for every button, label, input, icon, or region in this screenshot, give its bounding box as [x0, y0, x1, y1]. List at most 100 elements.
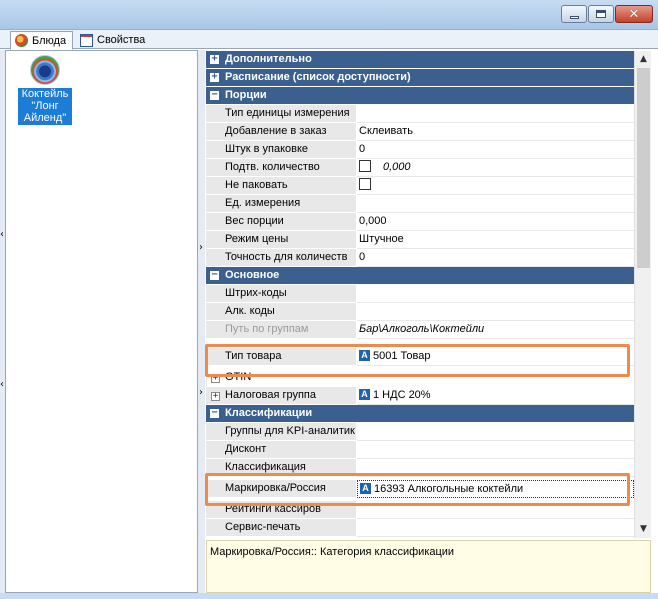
property-name: Вес порции	[206, 213, 356, 231]
property-name: Добавление в заказ	[206, 123, 356, 141]
close-icon: ✕	[628, 6, 640, 22]
property-row[interactable]: Группы для KPI-аналитик	[206, 423, 634, 441]
scroll-down-icon[interactable]: ▼	[635, 521, 652, 538]
property-name: Дисконт	[206, 441, 356, 459]
collapse-icon[interactable]: −	[210, 90, 219, 100]
property-value[interactable]: Штучное	[357, 231, 634, 249]
property-name: Тип единицы измерения	[206, 105, 356, 123]
dish-item-label: Коктейль "Лонг Айленд"	[18, 88, 72, 125]
cocktail-icon	[30, 55, 60, 85]
property-description: Маркировка/Россия:: Категория классифика…	[206, 540, 651, 593]
property-row[interactable]: Штук в упаковке 0	[206, 141, 634, 159]
property-value[interactable]	[357, 303, 634, 321]
splitter-arrow-icon[interactable]: ›	[199, 243, 203, 253]
quantity-value: 0,000	[383, 161, 411, 173]
property-name: Штрих-коды	[206, 285, 356, 303]
collapse-icon[interactable]: −	[210, 270, 219, 280]
property-name: Сервис-печать	[206, 519, 356, 537]
category-label: Порции	[225, 89, 267, 101]
highlight-product-type	[205, 344, 630, 377]
property-value[interactable]: 0,000	[357, 159, 634, 177]
category-label: Основное	[225, 269, 280, 281]
panel-splitter[interactable]: › ›	[198, 50, 205, 593]
property-value[interactable]	[357, 441, 634, 459]
minimize-icon	[569, 15, 579, 19]
property-name: Точность для количеств	[206, 249, 356, 267]
property-row[interactable]: Вес порции 0,000	[206, 213, 634, 231]
property-row[interactable]: Алк. коды	[206, 303, 634, 321]
property-name: Группы для KPI-аналитик	[206, 423, 356, 441]
reference-icon: A	[359, 388, 370, 400]
vertical-scrollbar[interactable]: ▲ ▼	[634, 51, 651, 538]
property-name: Путь по группам	[206, 321, 356, 339]
property-row[interactable]: Добавление в заказ Склеивать	[206, 123, 634, 141]
category-main[interactable]: − Основное	[206, 267, 634, 285]
property-row[interactable]: Не паковать	[206, 177, 634, 195]
dish-list-panel: Коктейль "Лонг Айленд"	[5, 50, 198, 593]
property-name: Не паковать	[206, 177, 356, 195]
expand-icon[interactable]: +	[210, 54, 219, 64]
property-grid[interactable]: + Дополнительно + Расписание (список дос…	[206, 51, 634, 538]
category-classifications[interactable]: − Классификации	[206, 405, 634, 423]
tab-properties[interactable]: Свойства	[76, 31, 156, 49]
property-row[interactable]: Ед. измерения	[206, 195, 634, 213]
expand-icon[interactable]: +	[211, 392, 220, 401]
property-value[interactable]	[357, 423, 634, 441]
property-row[interactable]: Сервис-печать	[206, 519, 634, 537]
property-row[interactable]: Путь по группам Бар\Алкоголь\Коктейли	[206, 321, 634, 339]
dish-item[interactable]: Коктейль "Лонг Айленд"	[18, 55, 72, 125]
property-value[interactable]: 0	[357, 249, 634, 267]
category-label: Расписание (список доступности)	[225, 71, 411, 83]
property-name: Подтв. количество	[206, 159, 356, 177]
property-value[interactable]	[357, 195, 634, 213]
scroll-up-icon[interactable]: ▲	[635, 51, 652, 68]
property-row[interactable]: Точность для количеств 0	[206, 249, 634, 267]
property-value[interactable]	[357, 519, 634, 537]
property-value[interactable]: 0,000	[357, 213, 634, 231]
dish-icon	[15, 34, 28, 47]
property-name: Налоговая группа	[206, 387, 356, 405]
property-value[interactable]: A1 НДС 20%	[357, 387, 634, 405]
property-name: Режим цены	[206, 231, 356, 249]
collapse-arrow-icon[interactable]: ‹	[0, 230, 4, 240]
collapse-arrow-icon[interactable]: ‹	[0, 380, 4, 390]
tab-dishes-label: Блюда	[32, 34, 67, 47]
property-value[interactable]	[357, 105, 634, 123]
property-name: Штук в упаковке	[206, 141, 356, 159]
maximize-icon	[596, 10, 606, 18]
category-label: Дополнительно	[225, 53, 312, 65]
property-row[interactable]: Подтв. количество 0,000	[206, 159, 634, 177]
scroll-thumb[interactable]	[637, 68, 650, 268]
category-additional[interactable]: + Дополнительно	[206, 51, 634, 69]
maximize-button[interactable]	[588, 5, 614, 23]
property-row[interactable]: Тип единицы измерения	[206, 105, 634, 123]
property-row[interactable]: Режим цены Штучное	[206, 231, 634, 249]
splitter-arrow-icon[interactable]: ›	[199, 388, 203, 398]
property-value[interactable]	[357, 285, 634, 303]
property-value[interactable]: 0	[357, 141, 634, 159]
property-row[interactable]: Штрих-коды	[206, 285, 634, 303]
property-name: Алк. коды	[206, 303, 356, 321]
property-row[interactable]: Налоговая группа + A1 НДС 20%	[206, 387, 634, 405]
property-value: Бар\Алкоголь\Коктейли	[357, 321, 634, 339]
property-value[interactable]: Склеивать	[357, 123, 634, 141]
property-row[interactable]: Дисконт	[206, 441, 634, 459]
category-schedule[interactable]: + Расписание (список доступности)	[206, 69, 634, 87]
close-button[interactable]: ✕	[615, 5, 653, 23]
tax-group-value: 1 НДС 20%	[373, 389, 431, 401]
highlight-marking	[205, 473, 630, 506]
confirm-quantity-checkbox[interactable]	[359, 160, 371, 173]
collapse-icon[interactable]: −	[210, 408, 219, 418]
tab-properties-label: Свойства	[97, 34, 146, 46]
properties-icon	[80, 33, 93, 47]
no-pack-checkbox[interactable]	[359, 178, 371, 191]
window-titlebar: ✕	[0, 0, 658, 30]
expand-icon[interactable]: +	[210, 72, 219, 82]
window-bottom-border	[0, 593, 658, 599]
tab-dishes[interactable]: Блюда	[10, 31, 73, 50]
property-name: Ед. измерения	[206, 195, 356, 213]
category-portions[interactable]: − Порции	[206, 87, 634, 105]
property-value[interactable]	[357, 177, 634, 195]
tab-strip: Блюда Свойства	[0, 30, 658, 50]
minimize-button[interactable]	[561, 5, 587, 23]
